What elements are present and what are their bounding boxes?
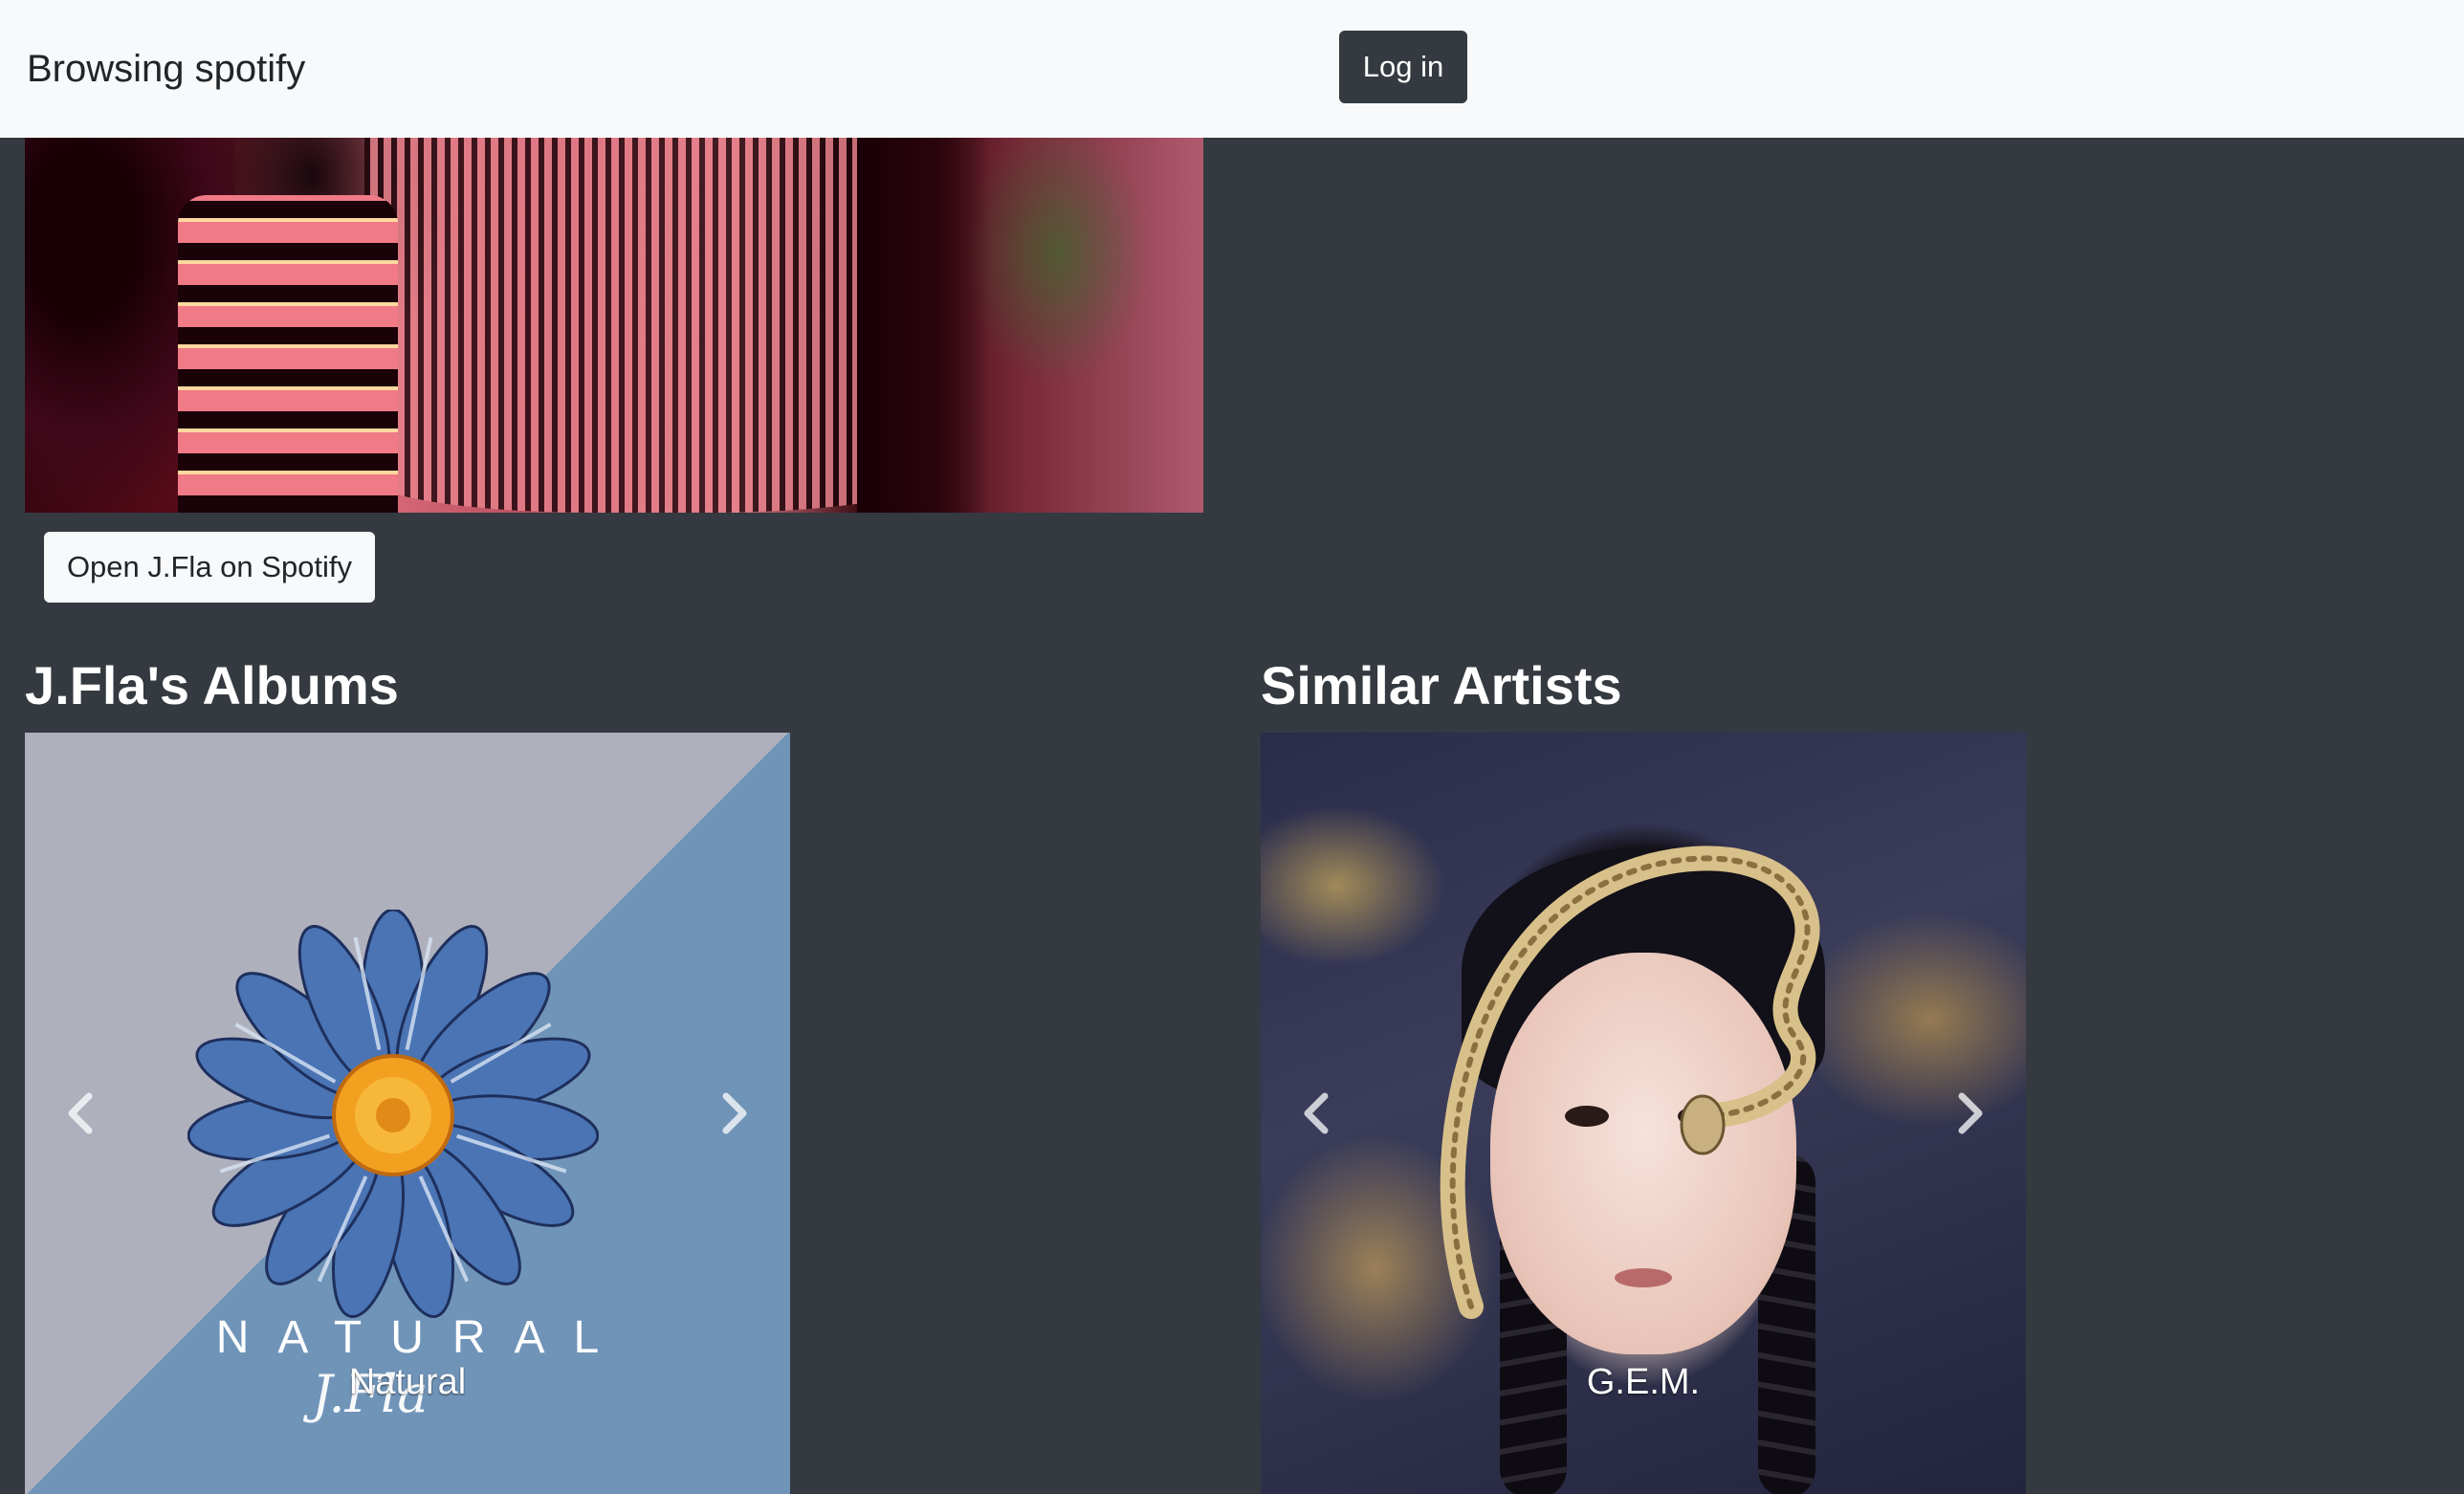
similar-next-button[interactable]: [1942, 1075, 1999, 1152]
navbar-brand[interactable]: Browsing spotify: [27, 42, 305, 96]
albums-carousel[interactable]: NATURAL J.Fla Natural: [25, 733, 790, 1494]
chevron-left-icon: [1304, 1092, 1329, 1134]
login-button[interactable]: Log in: [1339, 31, 1467, 103]
artist-image: [25, 138, 1203, 513]
navbar: Browsing spotify Log in: [0, 0, 2464, 138]
artist-image-hair-right: [857, 138, 991, 513]
albums-title: J.Fla's Albums: [25, 655, 399, 715]
albums-next-button[interactable]: [706, 1075, 763, 1152]
similar-artists-carousel[interactable]: G.E.M.: [1261, 733, 2026, 1494]
chevron-right-icon: [722, 1092, 747, 1134]
open-on-spotify-button[interactable]: Open J.Fla on Spotify: [44, 532, 375, 603]
album-cover-text: NATURAL: [215, 1312, 628, 1363]
chevron-right-icon: [1958, 1092, 1983, 1134]
artist-image-top: [364, 138, 938, 513]
chevron-left-icon: [68, 1092, 93, 1134]
album-caption: Natural: [348, 1362, 467, 1402]
similar-prev-button[interactable]: [1287, 1075, 1345, 1152]
similar-artist-caption: G.E.M.: [1586, 1362, 1701, 1402]
albums-prev-button[interactable]: [52, 1075, 109, 1152]
similar-artists-title: Similar Artists: [1261, 655, 1622, 715]
daisy-flower-artwork: [187, 910, 599, 1319]
artist-image-sleeve: [178, 195, 398, 513]
